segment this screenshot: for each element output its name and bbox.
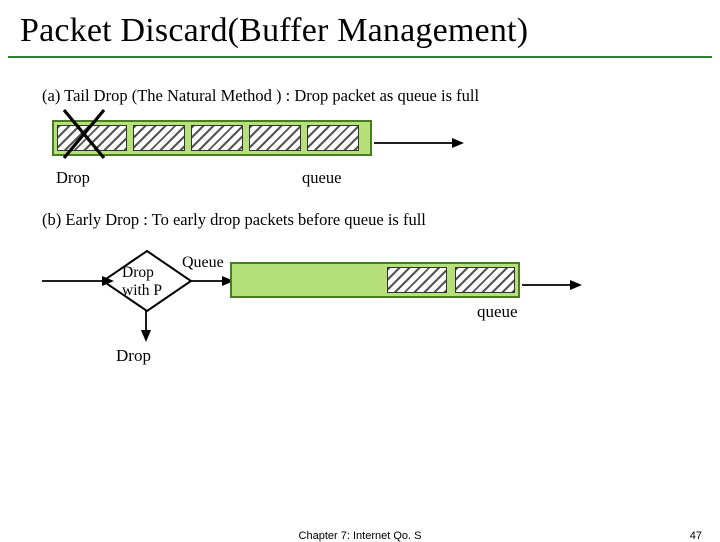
packet-slot (57, 125, 127, 151)
footer-chapter: Chapter 7: Internet Qo. S (0, 530, 720, 542)
diagram-early-drop: Drop with P Queue queue Drop (42, 238, 684, 398)
queue-tag-b: Queue (182, 254, 224, 272)
packet-slot (455, 267, 515, 293)
queue-label-a: queue (302, 168, 341, 188)
arrow-out-a-icon (374, 136, 464, 150)
page-title: Packet Discard(Buffer Management) (20, 12, 700, 50)
packet-slot (249, 125, 301, 151)
queue-a (52, 120, 372, 156)
diagram-tail-drop: Drop queue (42, 114, 684, 194)
queue-label-b: queue (477, 302, 518, 322)
arrow-down-b-icon (139, 310, 153, 342)
queue-b (230, 262, 520, 298)
drop-label-a: Drop (56, 168, 90, 188)
packet-slot (387, 267, 447, 293)
arrow-right-b-icon (190, 274, 234, 288)
footer-page: 47 (690, 530, 702, 542)
section-b-text: (b) Early Drop : To early drop packets b… (42, 210, 684, 230)
section-a-text: (a) Tail Drop (The Natural Method ) : Dr… (42, 86, 684, 106)
packet-slot (191, 125, 243, 151)
packet-slot (133, 125, 185, 151)
packet-slot (307, 125, 359, 151)
arrow-out-b-icon (522, 278, 582, 292)
drop-label-b: Drop (116, 346, 151, 366)
